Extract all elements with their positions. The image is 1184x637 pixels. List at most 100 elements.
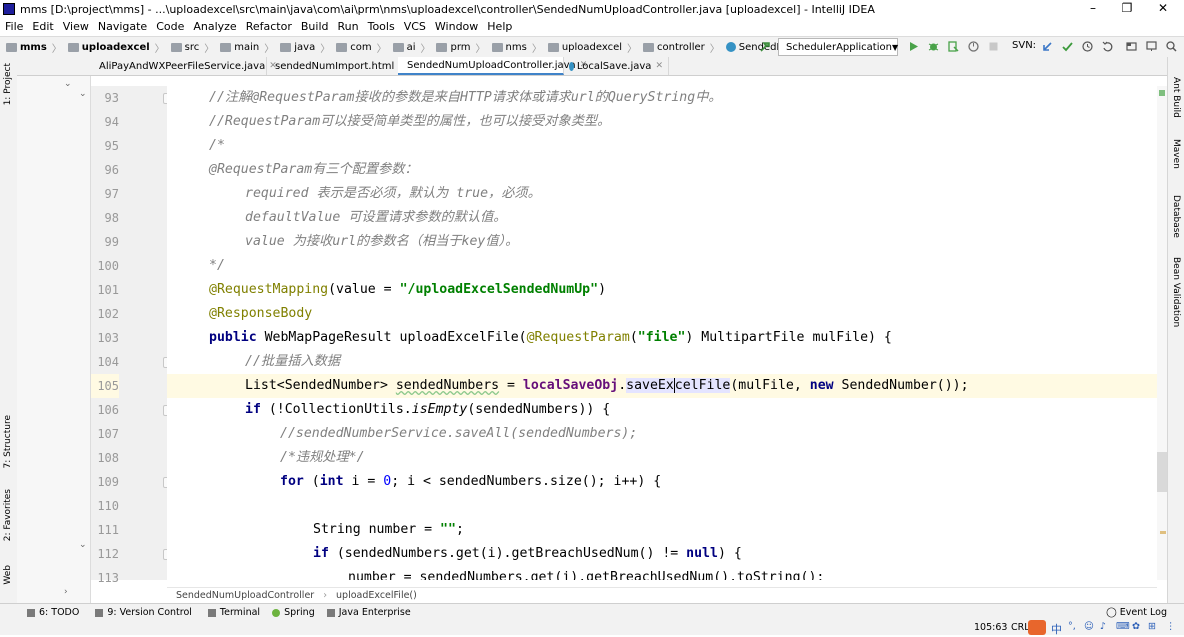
java-enterprise-tool-button[interactable]: Java Enterprise — [326, 607, 411, 618]
stop-icon[interactable] — [988, 41, 999, 52]
breadcrumb-uploadexcel[interactable]: uploadexcel 〉 — [542, 40, 637, 55]
line-number: 113 — [97, 571, 119, 585]
event-log-icon: ◯ — [1106, 607, 1117, 618]
line-separator[interactable]: CRL — [1011, 622, 1030, 633]
run-icon[interactable] — [908, 41, 919, 52]
presentation-icon[interactable] — [1146, 41, 1157, 52]
menu-help[interactable]: Help — [487, 20, 512, 33]
svn-update-icon[interactable] — [1042, 41, 1053, 52]
coverage-icon[interactable] — [948, 41, 959, 52]
tab-local-save[interactable]: LocalSave.java ✕ — [563, 57, 669, 75]
code-line: /* — [209, 138, 225, 153]
toolbox-icon[interactable]: ⊞ — [1148, 621, 1156, 632]
debug-icon[interactable] — [928, 41, 939, 52]
breadcrumb-class-name[interactable]: SendedNumUploadController — [176, 590, 314, 601]
sogou-ime-logo-icon[interactable] — [1028, 620, 1046, 635]
menu-vcs[interactable]: VCS — [404, 20, 426, 33]
skin-icon[interactable]: ✿ — [1132, 621, 1140, 632]
code-line: //RequestParam可以接受简单类型的属性，也可以接受对象类型。 — [209, 114, 611, 129]
scrollbar-thumb[interactable] — [1157, 452, 1167, 492]
folder-icon — [436, 42, 448, 52]
menu-view[interactable]: View — [63, 20, 89, 33]
database-tool-button[interactable]: Database — [1171, 195, 1181, 238]
project-structure-icon[interactable] — [1126, 41, 1137, 52]
chevron-down-icon[interactable]: ⌄ — [79, 540, 87, 550]
code-editor[interactable]: //注解@RequestParam接收的参数是来自HTTP请求体或请求url的Q… — [167, 86, 1157, 580]
code-line: /*违规处理*/ — [280, 450, 365, 465]
editor-scrollbar[interactable] — [1157, 86, 1167, 580]
profile-icon[interactable] — [968, 41, 979, 52]
ant-build-tool-button[interactable]: Ant Build — [1171, 77, 1181, 118]
line-number: 93 — [104, 91, 119, 105]
menu-tools[interactable]: Tools — [368, 20, 395, 33]
todo-icon — [27, 608, 35, 617]
breadcrumb-java[interactable]: java 〉 — [274, 40, 330, 55]
punctuation-icon[interactable]: °, — [1068, 621, 1076, 632]
breadcrumb-ai[interactable]: ai 〉 — [387, 40, 430, 55]
menu-code[interactable]: Code — [156, 20, 184, 33]
terminal-tool-button[interactable]: Terminal — [207, 607, 260, 618]
version-control-tool-button[interactable]: 9: Version Control — [95, 607, 192, 618]
emoji-icon[interactable]: ☺ — [1084, 621, 1094, 632]
event-log-button[interactable]: ◯ Event Log — [1106, 607, 1167, 618]
tab-alipay-service[interactable]: AliPayAndWXPeerFileService.java ✕ — [90, 57, 277, 75]
breadcrumb-main[interactable]: main 〉 — [214, 40, 274, 55]
menu-refactor[interactable]: Refactor — [246, 20, 292, 33]
chevron-down-icon[interactable]: ⌄ — [79, 89, 87, 99]
search-everywhere-icon[interactable] — [1166, 41, 1177, 52]
menu-analyze[interactable]: Analyze — [193, 20, 236, 33]
web-tool-button[interactable]: Web — [3, 565, 13, 585]
code-line: if (sendedNumbers.get(i).getBreachUsedNu… — [313, 546, 742, 561]
editor-breadcrumb: SendedNumUploadController › uploadExcelF… — [167, 587, 1157, 602]
keyboard-icon[interactable]: ⌨ — [1116, 621, 1130, 632]
code-line: for (int i = 0; i < sendedNumbers.size()… — [280, 474, 662, 489]
line-number: 96 — [104, 163, 119, 177]
code-line: public WebMapPageResult uploadExcelFile(… — [209, 330, 892, 345]
close-window-button[interactable]: ✕ — [1146, 0, 1180, 18]
svn-commit-icon[interactable] — [1062, 41, 1073, 52]
intellij-logo-icon — [3, 3, 15, 15]
build-hammer-icon[interactable] — [760, 41, 771, 52]
breadcrumb-controller[interactable]: controller 〉 — [637, 40, 720, 55]
breadcrumb-src[interactable]: src 〉 — [165, 40, 214, 55]
code-line: required 表示是否必须，默认为 true，必须。 — [245, 186, 541, 201]
tab-sended-num-upload-controller[interactable]: SendedNumUploadController.java ✕ — [398, 57, 587, 75]
breadcrumb-method-name[interactable]: uploadExcelFile() — [336, 590, 417, 601]
chevron-right-icon[interactable]: › — [64, 587, 68, 597]
close-icon[interactable]: ✕ — [655, 61, 663, 71]
chevron-down-icon: ▼ — [891, 42, 899, 52]
menu-build[interactable]: Build — [301, 20, 329, 33]
microphone-icon[interactable]: ♪ — [1100, 621, 1106, 632]
minimize-button[interactable]: – — [1076, 0, 1110, 18]
favorites-tool-button[interactable]: 2: Favorites — [3, 489, 13, 541]
menu-file[interactable]: File — [5, 20, 23, 33]
revert-icon[interactable] — [1102, 41, 1113, 52]
menu-run[interactable]: Run — [338, 20, 359, 33]
inspection-ok-icon[interactable] — [1159, 90, 1165, 96]
tab-sended-num-import[interactable]: sendedNumImport.html✕ — [266, 57, 406, 75]
menu-edit[interactable]: Edit — [32, 20, 53, 33]
history-icon[interactable] — [1082, 41, 1093, 52]
maximize-button[interactable]: ❐ — [1110, 0, 1144, 18]
breadcrumb-com[interactable]: com 〉 — [330, 40, 387, 55]
menu-navigate[interactable]: Navigate — [98, 20, 147, 33]
menu-grid-icon[interactable]: ⋮ — [1166, 621, 1176, 632]
line-number: 108 — [97, 451, 119, 465]
structure-tool-button[interactable]: 7: Structure — [3, 415, 13, 469]
spring-tool-button[interactable]: Spring — [272, 607, 315, 618]
warning-marker-icon[interactable] — [1160, 531, 1166, 534]
bean-validation-tool-button[interactable]: Bean Validation — [1171, 257, 1181, 327]
breadcrumb-prm[interactable]: prm 〉 — [430, 40, 486, 55]
todo-tool-button[interactable]: 6: TODO — [27, 607, 79, 618]
project-tool-button[interactable]: 1: Project — [3, 63, 13, 105]
line-number: 98 — [104, 211, 119, 225]
breadcrumb-nms[interactable]: nms 〉 — [486, 40, 542, 55]
breadcrumb-uploadexcel-module[interactable]: uploadexcel 〉 — [62, 40, 165, 55]
run-configuration-select[interactable]: SchedulerApplication ▼ — [778, 38, 898, 56]
menu-window[interactable]: Window — [435, 20, 478, 33]
maven-tool-button[interactable]: Maven — [1171, 139, 1181, 169]
class-icon — [569, 61, 574, 71]
breadcrumb-mms[interactable]: mms 〉 — [0, 40, 62, 55]
chevron-down-icon[interactable]: ⌄ — [64, 79, 72, 89]
caret-position[interactable]: 105:63 — [974, 622, 1007, 633]
